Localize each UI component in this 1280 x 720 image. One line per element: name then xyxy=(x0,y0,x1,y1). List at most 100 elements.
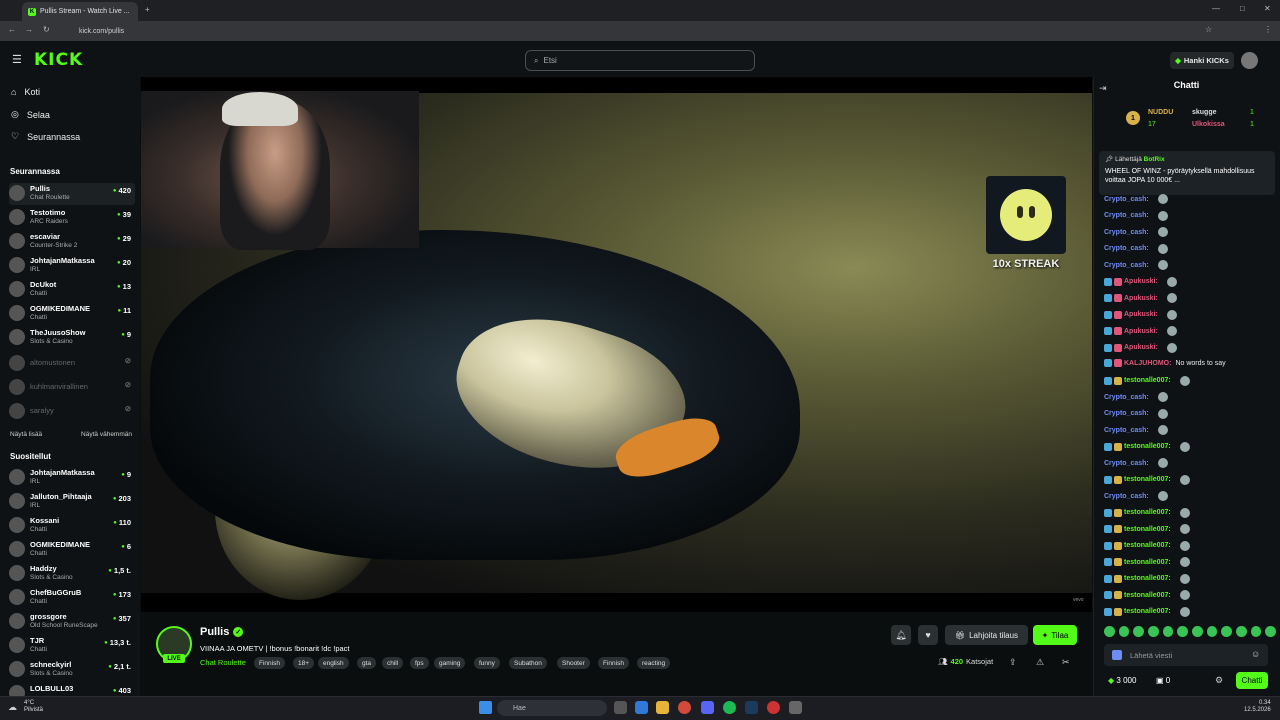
recommended-channel[interactable]: HaddzySlots & Casino 1,5 t. xyxy=(9,563,135,585)
emote-icon[interactable] xyxy=(1133,626,1145,637)
points-balance[interactable]: ▣ 0 xyxy=(1156,676,1170,685)
discord-icon[interactable] xyxy=(701,701,714,714)
chat-username[interactable]: testonalle007: xyxy=(1124,559,1171,566)
chat-username[interactable]: Apukuski: xyxy=(1124,295,1158,302)
chat-username[interactable]: Apukuski: xyxy=(1124,328,1158,335)
recommended-channel[interactable]: grossgoreOld School RuneScape 357 xyxy=(9,611,135,633)
chat-input[interactable]: Lähetä viesti xyxy=(1104,644,1268,666)
following-channel[interactable]: TheJuusoShowSlots & Casino 9 xyxy=(9,327,135,349)
following-channel[interactable]: DcUkotChatti 13 xyxy=(9,279,135,301)
following-channel[interactable]: PullisChat Roulette 420 xyxy=(9,183,135,205)
follow-heart-button[interactable]: ♥ xyxy=(918,625,938,645)
leader-name[interactable]: Ulkokissa xyxy=(1192,121,1225,128)
stream-tag[interactable]: chill xyxy=(382,657,404,669)
stream-tag[interactable]: Finnish xyxy=(254,657,285,669)
leader-name[interactable]: NUDDU xyxy=(1148,109,1173,116)
emoji-picker-icon[interactable]: ☺ xyxy=(1251,649,1260,659)
chat-username[interactable]: Crypto_cash: xyxy=(1104,394,1149,401)
recommended-channel[interactable]: schneckyirlSlots & Casino 2,1 t. xyxy=(9,659,135,681)
minimize-icon[interactable]: — xyxy=(1212,4,1220,13)
chat-username[interactable]: Crypto_cash: xyxy=(1104,245,1149,252)
chat-username[interactable]: Crypto_cash: xyxy=(1104,212,1149,219)
url-field[interactable]: kick.com/pullis xyxy=(73,24,1203,38)
app-icon[interactable] xyxy=(767,701,780,714)
new-tab-icon[interactable]: + xyxy=(145,5,150,14)
reload-icon[interactable]: ↻ xyxy=(43,25,50,34)
offline-channel[interactable]: kuhlmanvirallinen ⊘ xyxy=(9,377,135,399)
stream-category[interactable]: Chat Roulette xyxy=(200,658,246,667)
stream-tag[interactable]: Subathon xyxy=(509,657,547,669)
chat-username[interactable]: KALJUHOMO: xyxy=(1124,360,1171,367)
spotify-icon[interactable] xyxy=(723,701,736,714)
stream-tag[interactable]: Finnish xyxy=(598,657,629,669)
chat-username[interactable]: Crypto_cash: xyxy=(1104,427,1149,434)
chat-username[interactable]: Apukuski: xyxy=(1124,278,1158,285)
chrome-icon[interactable] xyxy=(678,701,691,714)
chat-username[interactable]: testonalle007: xyxy=(1124,377,1171,384)
offline-channel[interactable]: saralyy ⊘ xyxy=(9,401,135,423)
steam-icon[interactable] xyxy=(745,701,758,714)
nav-home[interactable]: ⌂ Koti xyxy=(11,87,40,97)
recommended-channel[interactable]: JohtajanMatkassaIRL 9 xyxy=(9,467,135,489)
emote-icon[interactable] xyxy=(1148,626,1159,637)
system-clock[interactable]: 0.34 12.5.2026 xyxy=(1244,700,1271,714)
clip-icon[interactable]: ✂ xyxy=(1062,657,1070,668)
chat-username[interactable]: testonalle007: xyxy=(1124,608,1171,615)
gift-sub-button[interactable]: 🎁︎ Lahjoita tilaus xyxy=(945,625,1028,645)
close-window-icon[interactable]: ✕ xyxy=(1264,4,1271,13)
stream-tag[interactable]: 18+ xyxy=(293,657,315,669)
chat-settings-icon[interactable]: ⚙ xyxy=(1215,675,1223,686)
following-channel[interactable]: TestotimoARC Raiders 39 xyxy=(9,207,135,229)
offline-channel[interactable]: altomustonen ⊘ xyxy=(9,353,135,375)
user-avatar[interactable] xyxy=(1241,52,1258,69)
file-explorer-icon[interactable] xyxy=(656,701,669,714)
taskbar-search[interactable]: Hae xyxy=(497,700,607,716)
browser-tab[interactable]: K Pullis Stream - Watch Live ... xyxy=(22,2,138,21)
chat-username[interactable]: testonalle007: xyxy=(1124,476,1171,483)
chat-username[interactable]: Crypto_cash: xyxy=(1104,229,1149,236)
stream-tag[interactable]: Shooter xyxy=(557,657,590,669)
browser-menu-icon[interactable]: ⋮ xyxy=(1264,25,1272,34)
emote-icon[interactable] xyxy=(1265,626,1277,637)
maximize-icon[interactable]: □ xyxy=(1240,4,1245,13)
chat-username[interactable]: Crypto_cash: xyxy=(1104,493,1149,500)
chat-send-button[interactable]: Chatti xyxy=(1236,672,1268,689)
chat-username[interactable]: testonalle007: xyxy=(1124,526,1171,533)
chat-username[interactable]: testonalle007: xyxy=(1124,592,1171,599)
chat-username[interactable]: testonalle007: xyxy=(1124,443,1171,450)
stream-tag[interactable]: english xyxy=(318,657,349,669)
recommended-channel[interactable]: KossaniChatti 110 xyxy=(9,515,135,537)
kick-logo[interactable]: KICK xyxy=(34,50,83,70)
emote-icon[interactable] xyxy=(1206,626,1218,637)
share-icon[interactable]: ⇪ xyxy=(1009,657,1017,668)
recommended-channel[interactable]: OGMIKEDIMANEChatti 6 xyxy=(9,539,135,561)
chat-username[interactable]: Apukuski: xyxy=(1124,344,1158,351)
bookmark-star-icon[interactable]: ☆ xyxy=(1205,25,1212,34)
recommended-channel[interactable]: ChefBuGGruBChatti 173 xyxy=(9,587,135,609)
chat-username[interactable]: testonalle007: xyxy=(1124,509,1171,516)
settings-app-icon[interactable] xyxy=(789,701,802,714)
subscribe-button[interactable]: ✦ Tilaa xyxy=(1033,625,1077,645)
emote-icon[interactable] xyxy=(1177,626,1189,637)
emote-icon[interactable] xyxy=(1104,626,1115,637)
search-input[interactable]: ⌕ Etsi xyxy=(525,50,755,71)
following-channel[interactable]: OGMIKEDIMANEChatti 11 xyxy=(9,303,135,325)
stream-tag[interactable]: gta xyxy=(357,657,377,669)
get-kicks-button[interactable]: ◆ Hanki KICKs xyxy=(1170,52,1234,69)
emote-icon[interactable] xyxy=(1162,626,1174,637)
chat-username[interactable]: Crypto_cash: xyxy=(1104,196,1149,203)
following-channel[interactable]: JohtajanMatkassaIRL 20 xyxy=(9,255,135,277)
recommended-channel[interactable]: LOLBULL03 403 xyxy=(9,683,135,696)
weather-widget[interactable]: 4°C Pilvistä xyxy=(24,700,43,714)
chat-username[interactable]: Crypto_cash: xyxy=(1104,410,1149,417)
chat-username[interactable]: testonalle007: xyxy=(1124,542,1171,549)
hamburger-menu-icon[interactable]: ☰ xyxy=(12,53,22,66)
emote-icon[interactable] xyxy=(1221,626,1233,637)
emote-icon[interactable] xyxy=(1118,626,1130,637)
chat-username[interactable]: Crypto_cash: xyxy=(1104,262,1149,269)
following-channel[interactable]: escaviarCounter-Strike 2 29 xyxy=(9,231,135,253)
forward-icon[interactable]: → xyxy=(25,25,33,34)
pinned-message[interactable]: 📌︎ Lähettäjä BotRix WHEEL OF WINZ - pyör… xyxy=(1099,151,1275,195)
show-less-link[interactable]: Näytä vähemmän xyxy=(81,431,132,438)
back-icon[interactable]: ← xyxy=(8,25,16,34)
